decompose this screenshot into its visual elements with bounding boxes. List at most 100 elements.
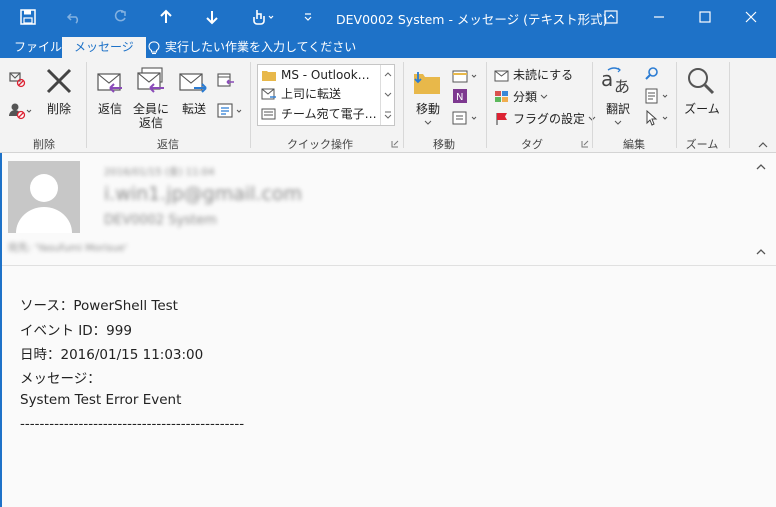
svg-text:a: a <box>601 67 613 91</box>
customize-toolbar-icon[interactable] <box>296 0 320 33</box>
forward-button[interactable]: 転送 <box>176 102 212 116</box>
group-label-move: 移動 <box>433 138 455 151</box>
group-divider <box>676 62 677 148</box>
window-title: DEV0002 System - メッセージ (テキスト形式) <box>336 12 608 27</box>
sent-date: 2016/01/15 (金) 11:04 <box>104 167 215 178</box>
header-divider <box>0 265 776 266</box>
reply-button[interactable]: 返信 <box>92 102 128 116</box>
junk-icon[interactable] <box>8 102 34 123</box>
move-icon[interactable] <box>412 68 444 99</box>
chevron-up-icon[interactable] <box>756 164 766 170</box>
delete-icon[interactable] <box>44 66 74 99</box>
reply-all-button[interactable]: 全員に 返信 <box>132 102 170 130</box>
window-border <box>0 153 2 507</box>
save-icon[interactable] <box>14 0 42 33</box>
tags-launcher-icon[interactable] <box>581 140 589 148</box>
forward-mail-icon <box>261 88 276 100</box>
zoom-icon[interactable] <box>686 66 716 99</box>
rules-icon[interactable] <box>452 68 480 87</box>
group-divider <box>86 62 87 148</box>
quick-steps-launcher-icon[interactable] <box>391 140 399 148</box>
group-label-quick-steps: クイック操作 <box>287 138 353 151</box>
follow-up-label: フラグの設定 <box>513 112 586 126</box>
collapse-ribbon-icon[interactable] <box>758 142 768 148</box>
next-item-icon[interactable] <box>198 0 226 33</box>
group-label-tags: タグ <box>521 138 543 151</box>
body-line: ----------------------------------------… <box>20 416 245 432</box>
close-icon[interactable] <box>728 0 774 33</box>
minimize-icon[interactable] <box>636 0 682 33</box>
previous-item-icon[interactable] <box>152 0 180 33</box>
tell-me-box[interactable]: 実行したい作業を入力してください <box>148 37 356 58</box>
quick-step-item[interactable]: チーム宛て電子… <box>261 105 377 123</box>
unread-mail-icon <box>494 70 509 81</box>
meeting-reply-icon[interactable] <box>217 72 235 91</box>
quick-step-item[interactable]: 上司に転送 <box>261 85 341 103</box>
more-respond-icon[interactable] <box>217 102 245 123</box>
quick-step-label: 上司に転送 <box>281 87 342 101</box>
translate-icon[interactable]: aあ <box>600 66 636 101</box>
svg-text:あ: あ <box>614 77 630 96</box>
flag-icon <box>496 112 507 125</box>
lightbulb-icon <box>148 40 160 54</box>
group-label-respond: 返信 <box>157 138 179 151</box>
reply-all-label-line1: 全員に <box>132 102 169 116</box>
group-label-editing: 編集 <box>623 138 645 151</box>
body-line: ソース：PowerShell Test <box>20 298 178 314</box>
categorize-icon <box>495 90 508 102</box>
reply-icon[interactable] <box>94 66 126 99</box>
ignore-icon[interactable] <box>8 70 26 91</box>
ribbon-display-icon[interactable] <box>588 0 634 33</box>
touch-mode-icon[interactable] <box>246 0 280 33</box>
mark-unread-label: 未読にする <box>513 68 574 82</box>
folder-icon <box>262 71 276 81</box>
quick-step-item[interactable]: MS - Outlook… <box>261 66 370 84</box>
quick-step-label: チーム宛て電子… <box>281 107 377 121</box>
related-icon[interactable] <box>644 88 672 107</box>
translate-button[interactable]: 翻訳 <box>600 102 636 116</box>
quick-steps-scrollbar[interactable] <box>380 65 394 125</box>
group-divider <box>729 62 730 148</box>
categorize-button[interactable]: 分類 <box>494 88 548 105</box>
tab-message[interactable]: メッセージ <box>62 37 146 58</box>
categorize-label: 分類 <box>513 90 538 104</box>
tell-me-text: 実行したい作業を入力してください <box>165 40 357 54</box>
group-divider <box>403 62 404 148</box>
body-line: イベント ID：999 <box>20 323 132 339</box>
body-line: System Test Error Event <box>20 392 182 408</box>
group-divider <box>250 62 251 148</box>
group-label-delete: 削除 <box>33 138 55 151</box>
redo-icon[interactable] <box>106 0 134 33</box>
group-divider <box>486 62 487 148</box>
message-subject: DEV0002 System <box>104 213 217 228</box>
group-label-zoom: ズーム <box>685 138 719 151</box>
ribbon: 削除 削除 返信 全員に 返信 転送 返信 MS - Outlook… 上司に転… <box>0 58 776 153</box>
select-icon[interactable] <box>644 109 672 129</box>
undo-icon[interactable] <box>60 0 88 33</box>
chevron-down-icon <box>384 92 392 97</box>
chevron-down-icon <box>540 94 548 99</box>
follow-up-button[interactable]: フラグの設定 <box>494 110 596 127</box>
find-icon[interactable] <box>644 66 660 85</box>
reply-all-icon[interactable] <box>134 64 168 99</box>
sender-address[interactable]: i.win1.jp@gmail.com <box>104 183 302 205</box>
reading-pane: 2016/01/15 (金) 11:04 i.win1.jp@gmail.com… <box>0 153 776 507</box>
mark-unread-button[interactable]: 未読にする <box>494 66 573 83</box>
actions-icon[interactable] <box>452 110 480 129</box>
move-button[interactable]: 移動 <box>410 102 446 116</box>
expand-gallery-icon <box>384 111 392 119</box>
chevron-down-icon <box>424 120 432 125</box>
body-line: メッセージ： <box>20 371 101 387</box>
chevron-down-icon <box>614 120 622 125</box>
forward-icon[interactable] <box>178 66 210 99</box>
collapse-header-icon[interactable] <box>756 249 766 255</box>
reply-all-label-line2: 返信 <box>138 116 163 130</box>
onenote-icon[interactable]: N <box>452 88 468 107</box>
team-mail-icon <box>261 108 276 120</box>
ribbon-tab-row: ファイル メッセージ 実行したい作業を入力してください <box>0 33 776 58</box>
maximize-icon[interactable] <box>682 0 728 33</box>
delete-button[interactable]: 削除 <box>42 102 76 116</box>
zoom-button[interactable]: ズーム <box>680 102 724 116</box>
avatar <box>8 161 80 233</box>
quick-steps-gallery: MS - Outlook… 上司に転送 チーム宛て電子… <box>257 64 395 126</box>
